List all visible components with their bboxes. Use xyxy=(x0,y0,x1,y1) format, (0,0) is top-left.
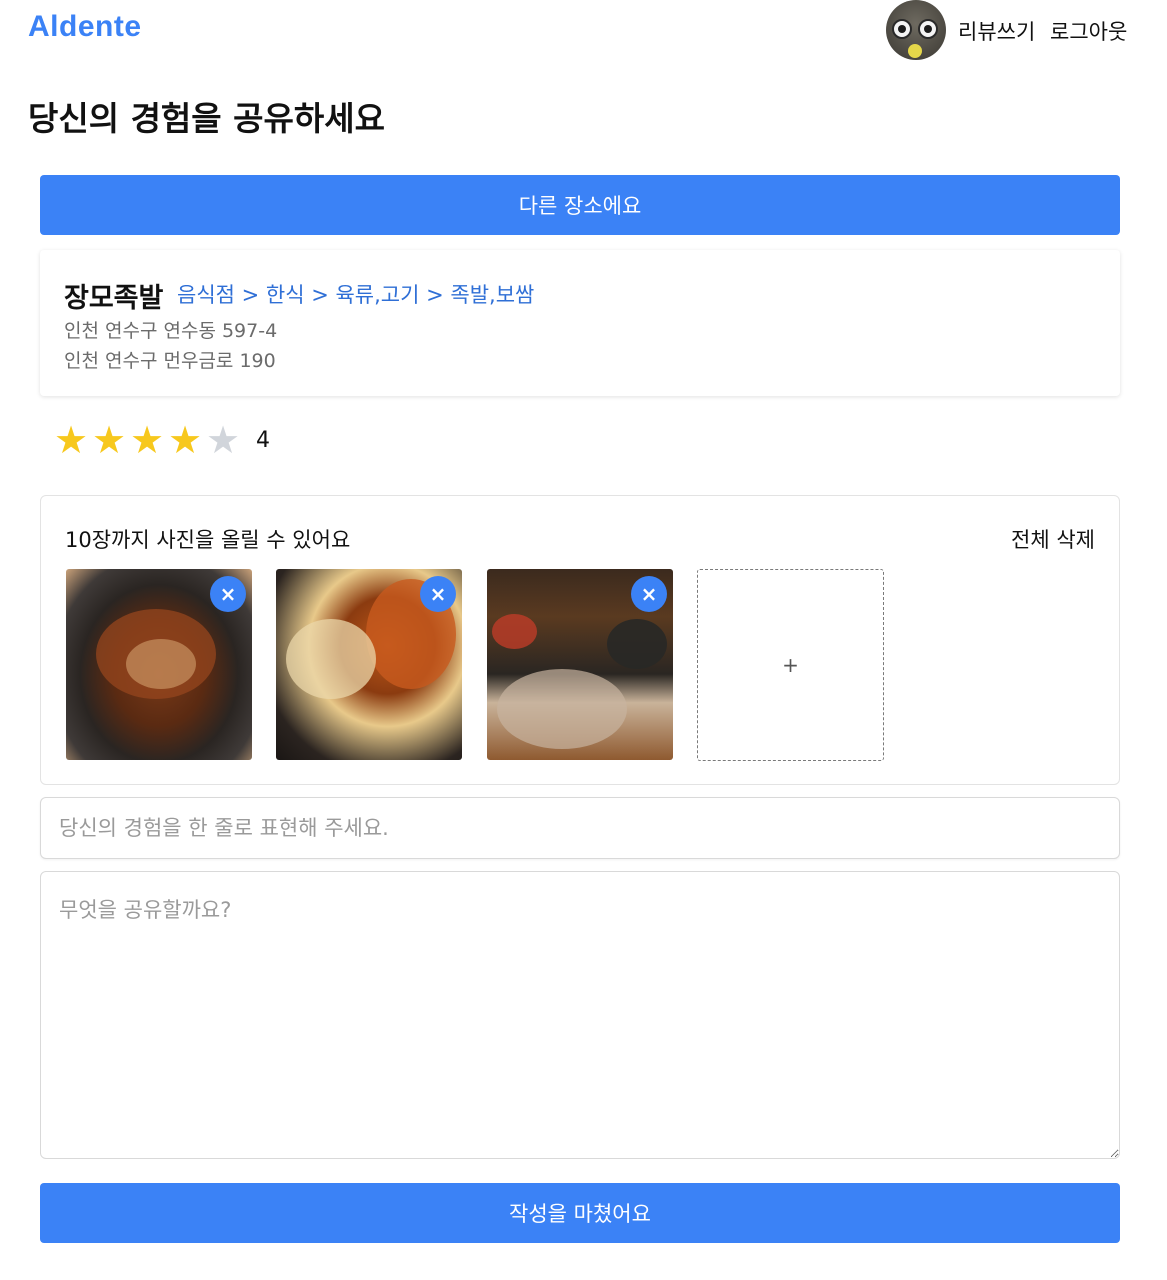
food-shape xyxy=(286,619,376,699)
one-line-review-input[interactable] xyxy=(40,797,1120,859)
avatar[interactable] xyxy=(886,0,946,60)
food-shape xyxy=(126,639,196,689)
submit-review-button[interactable]: 작성을 마쳤어요 xyxy=(40,1183,1120,1243)
remove-photo-button[interactable]: × xyxy=(420,576,456,612)
nav-write-review[interactable]: 리뷰쓰기 xyxy=(958,16,1035,46)
app-logo[interactable]: Aldente xyxy=(28,10,142,44)
photo-limit-hint: 10장까지 사진을 올릴 수 있어요 xyxy=(65,528,351,552)
place-address-road: 인천 연수구 먼우금로 190 xyxy=(64,350,276,372)
top-header: Aldente 리뷰쓰기 로그아웃 xyxy=(0,0,1167,60)
remove-photo-button[interactable]: × xyxy=(631,576,667,612)
nav-logout[interactable]: 로그아웃 xyxy=(1050,16,1127,46)
review-content-textarea[interactable] xyxy=(40,871,1120,1159)
star-icon-3[interactable]: ★ xyxy=(128,420,166,460)
add-photo-button[interactable]: + xyxy=(697,569,884,761)
photo-thumbnail: × xyxy=(487,569,673,760)
place-card: 장모족발 음식점 > 한식 > 육류,고기 > 족발,보쌈 인천 연수구 연수동… xyxy=(40,250,1120,396)
star-rating: ★ ★ ★ ★ ★ 4 xyxy=(52,420,270,460)
star-icon-2[interactable]: ★ xyxy=(90,420,128,460)
avatar-right-eye xyxy=(918,19,938,39)
remove-photo-button[interactable]: × xyxy=(210,576,246,612)
star-icon-4[interactable]: ★ xyxy=(166,420,204,460)
photo-thumbnail: × xyxy=(66,569,252,760)
other-place-button[interactable]: 다른 장소에요 xyxy=(40,175,1120,235)
avatar-beak xyxy=(908,44,922,58)
star-icon-5[interactable]: ★ xyxy=(204,420,242,460)
avatar-left-eye xyxy=(892,19,912,39)
star-icon-1[interactable]: ★ xyxy=(52,420,90,460)
page-title: 당신의 경험을 공유하세요 xyxy=(28,99,385,138)
food-shape xyxy=(607,619,667,669)
place-name: 장모족발 xyxy=(64,283,164,314)
rating-value: 4 xyxy=(256,427,270,453)
food-shape xyxy=(497,669,627,749)
place-category: 음식점 > 한식 > 육류,고기 > 족발,보쌈 xyxy=(177,283,535,307)
place-address-lot: 인천 연수구 연수동 597-4 xyxy=(64,320,278,342)
photo-thumbnail: × xyxy=(276,569,462,760)
photo-upload-section: 10장까지 사진을 올릴 수 있어요 전체 삭제 × × × + xyxy=(40,495,1120,785)
plus-icon: + xyxy=(782,653,799,677)
food-shape xyxy=(492,614,537,649)
delete-all-photos-button[interactable]: 전체 삭제 xyxy=(1011,524,1095,554)
